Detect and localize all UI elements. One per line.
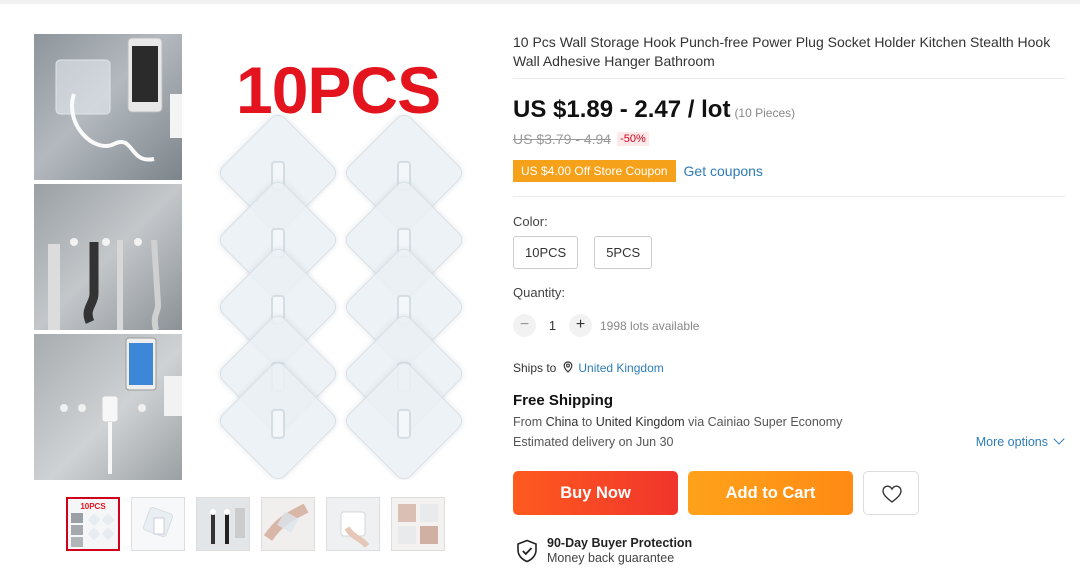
thumbnail-4[interactable] — [261, 497, 315, 551]
color-label: Color: — [513, 214, 548, 229]
ships-to-country-link[interactable]: United Kingdom — [578, 361, 663, 375]
color-option-10pcs[interactable]: 10PCS — [513, 236, 579, 269]
from-prefix: From — [513, 415, 543, 429]
available-stock: 1998 lots available — [600, 318, 700, 333]
hooks-promo-graphic: 10PCS — [204, 34, 480, 480]
more-options-label: More options — [975, 435, 1048, 449]
price-row: US $1.89 - 2.47 / lot (10 Pieces) — [513, 96, 795, 124]
buy-now-button[interactable]: Buy Now — [513, 471, 678, 515]
title-divider — [513, 78, 1065, 79]
shipping-method: via Cainiao Super Economy — [688, 415, 843, 429]
buyer-protection-subtitle: Money back guarantee — [547, 551, 675, 565]
image-collage — [34, 34, 182, 480]
buyer-protection-title: 90-Day Buyer Protection — [547, 536, 693, 550]
top-divider — [0, 0, 1080, 4]
coupon-divider — [513, 196, 1065, 197]
quantity-increase-button[interactable]: + — [569, 314, 592, 337]
thumbnail-6[interactable] — [391, 497, 445, 551]
to-word: to — [581, 415, 593, 429]
quantity-label: Quantity: — [513, 285, 566, 300]
thumbnail-3[interactable] — [196, 497, 250, 551]
discount-badge: -50% — [617, 132, 649, 146]
shipping-route: From China to United Kingdom via Cainiao… — [513, 415, 842, 429]
color-option-5pcs[interactable]: 5PCS — [594, 236, 653, 269]
thumbnail-2[interactable] — [131, 497, 185, 551]
color-options: 10PCS 5PCS — [513, 236, 668, 269]
coupon-row: US $4.00 Off Store Coupon Get coupons — [513, 160, 763, 182]
heart-icon — [882, 485, 902, 503]
get-coupons-link[interactable]: Get coupons — [684, 160, 763, 182]
main-product-image[interactable]: 10PCS — [34, 34, 480, 480]
quantity-value[interactable]: 1 — [536, 318, 569, 333]
from-country: China — [545, 415, 579, 429]
quantity-decrease-button[interactable]: − — [513, 314, 536, 337]
thumbnail-1[interactable]: 10PCS — [66, 497, 120, 551]
more-shipping-options-link[interactable]: More options — [975, 433, 1065, 449]
add-to-cart-button[interactable]: Add to Cart — [688, 471, 853, 515]
ships-to-row: Ships to United Kingdom — [513, 361, 664, 375]
location-pin-icon — [563, 361, 573, 373]
store-coupon-tag[interactable]: US $4.00 Off Store Coupon — [513, 160, 680, 182]
original-price: US $3.79 - 4.94 — [513, 131, 612, 147]
ships-to-label: Ships to — [513, 361, 557, 375]
product-title: 10 Pcs Wall Storage Hook Punch-free Powe… — [513, 34, 1051, 69]
collage-phone-cable-photo — [34, 34, 182, 180]
collage-kitchen-tools-photo — [34, 184, 182, 330]
estimated-delivery: Estimated delivery on Jun 30 — [513, 435, 674, 449]
current-price: US $1.89 - 2.47 / lot — [513, 96, 731, 123]
chevron-down-icon — [1053, 433, 1065, 445]
collage-phone-plug-photo — [34, 334, 182, 480]
original-price-row: US $3.79 - 4.94 -50% — [513, 131, 649, 149]
price-unit: (10 Pieces) — [734, 106, 796, 120]
shield-check-icon — [517, 539, 537, 563]
to-country: United Kingdom — [595, 415, 685, 429]
thumbnail-5[interactable] — [326, 497, 380, 551]
quantity-stepper: −1 +1998 lots available — [513, 314, 699, 338]
free-shipping-label: Free Shipping — [513, 392, 614, 409]
wishlist-button[interactable] — [863, 471, 919, 515]
